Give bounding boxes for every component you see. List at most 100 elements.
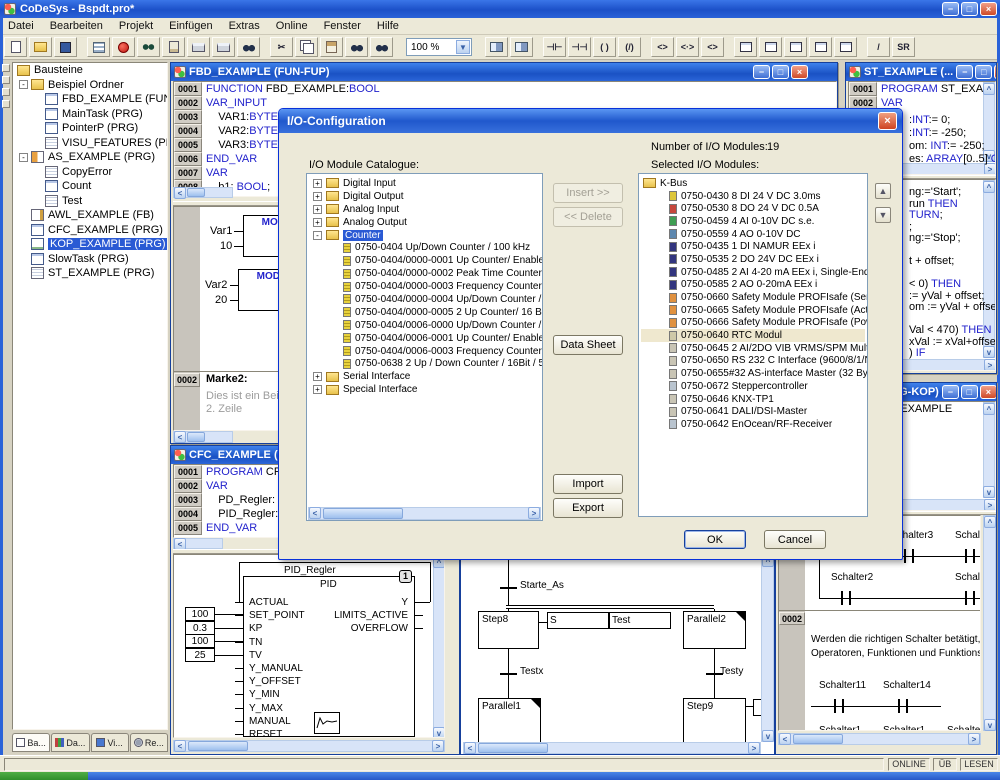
scrollbar-thumb[interactable] xyxy=(323,508,403,519)
pid-input-pin[interactable]: RESET xyxy=(249,729,282,738)
selected-module-item[interactable]: 0750-0655#32 AS-interface Master (32 Byt… xyxy=(641,367,865,380)
menu-projekt[interactable]: Projekt xyxy=(111,19,161,33)
declaration-button[interactable] xyxy=(162,37,185,57)
selected-module-item[interactable]: 0750-0646 KNX-TP1 xyxy=(641,393,865,406)
catalogue-item[interactable]: 0750-0404/0006-0001 Up Counter/ Enable I… xyxy=(309,332,540,345)
dialog-titlebar[interactable]: I/O-Configuration xyxy=(279,109,902,133)
sfc-transition-label[interactable]: Testy xyxy=(720,666,743,677)
tree-expander-icon[interactable]: - xyxy=(19,153,28,162)
sfc-step[interactable]: Step8 xyxy=(478,611,539,649)
sidebar-tab-re[interactable]: Re... xyxy=(130,733,168,752)
scroll-up-icon[interactable]: ^ xyxy=(983,83,995,95)
export-button[interactable]: Export xyxy=(553,498,623,518)
selected-module-item[interactable]: 0750-0672 Steppercontroller xyxy=(641,380,865,393)
selected-module-item[interactable]: 0750-0435 1 DI NAMUR EEx i xyxy=(641,240,865,253)
side-mini-button[interactable] xyxy=(2,88,10,96)
sfc-step[interactable]: Step9 xyxy=(683,698,746,744)
print-preview-button[interactable] xyxy=(212,37,235,57)
line-button[interactable]: / xyxy=(867,37,890,57)
app-maximize-button[interactable]: □ xyxy=(961,2,978,16)
catalogue-item[interactable]: 0750-0404/0000-0002 Peak Time Counter xyxy=(309,267,540,280)
catalogue-item[interactable]: +Analog Input xyxy=(309,203,540,216)
selected-modules-listbox[interactable]: K-Bus0750-0430 8 DI 24 V DC 3.0ms0750-05… xyxy=(638,173,868,517)
delete-button[interactable]: << Delete xyxy=(553,207,623,227)
sidebar-item-as_example[interactable]: -AS_EXAMPLE (PRG) xyxy=(13,150,167,165)
dialog-close-icon[interactable]: × xyxy=(878,112,897,130)
coil-button[interactable]: ( ) xyxy=(593,37,616,57)
contact-icon[interactable] xyxy=(965,591,975,605)
cfc-decl-hscrollbar[interactable]: < xyxy=(173,538,223,549)
sfc-hscrollbar[interactable]: < > xyxy=(463,742,761,754)
new-file-button[interactable] xyxy=(4,37,27,57)
st-window-titlebar[interactable]: ST_EXAMPLE (... − □ × xyxy=(846,63,996,81)
contact-label[interactable]: Schalter1 xyxy=(819,725,861,731)
menu-fenster[interactable]: Fenster xyxy=(316,19,369,33)
open-file-button[interactable] xyxy=(29,37,52,57)
scroll-down-icon[interactable]: v xyxy=(984,719,996,731)
contact-icon[interactable] xyxy=(965,549,975,563)
sidebar-tab-vi[interactable]: Vi... xyxy=(91,733,129,752)
contact-label[interactable]: Schalter11 xyxy=(819,680,866,691)
contact-icon[interactable] xyxy=(834,699,844,713)
scroll-left-icon[interactable]: < xyxy=(464,742,476,754)
scrollbar-thumb[interactable] xyxy=(188,741,248,751)
st-decl-vscrollbar[interactable]: ^ v xyxy=(983,82,995,162)
catalogue-item[interactable]: 0750-0638 2 Up / Down Counter / 16Bit / … xyxy=(309,357,540,370)
fbd-input-label[interactable]: Var1 xyxy=(210,225,232,237)
box-button[interactable] xyxy=(734,37,757,57)
selected-module-item[interactable]: 0750-0535 2 DO 24V DC EEx i xyxy=(641,253,865,266)
sidebar-item-bausteine[interactable]: Bausteine xyxy=(13,63,167,78)
contact-button[interactable]: ⊣⊢ xyxy=(543,37,566,57)
sidebar-item-st_example[interactable]: ST_EXAMPLE (PRG) xyxy=(13,266,167,281)
sidebar-item-test[interactable]: Test xyxy=(13,194,167,209)
branch-parallel-button[interactable]: <·> xyxy=(676,37,699,57)
insert-button[interactable]: Insert >> xyxy=(553,183,623,203)
box-en-button[interactable] xyxy=(759,37,782,57)
st-maximize-button[interactable]: □ xyxy=(975,65,992,79)
selected-module-item[interactable]: 0750-0640 RTC Modul xyxy=(641,329,865,342)
operator-button[interactable] xyxy=(834,37,857,57)
sidebar-item-awl_example[interactable]: AWL_EXAMPLE (FB) xyxy=(13,208,167,223)
sidebar-item-maintask[interactable]: MainTask (PRG) xyxy=(13,107,167,122)
tree-expander-icon[interactable]: - xyxy=(313,231,322,240)
sfc-window[interactable]: Starte_As Step8 S Test Parallel2 Testx T… xyxy=(460,545,775,755)
catalogue-hscrollbar[interactable]: < > xyxy=(308,507,541,520)
move-down-icon[interactable]: ▼ xyxy=(875,207,891,223)
selected-module-item[interactable]: 0750-0645 2 AI/2DO VIB VRMS/SPM Multi xyxy=(641,342,865,355)
scroll-right-icon[interactable]: > xyxy=(984,359,996,371)
scroll-right-icon[interactable]: > xyxy=(984,499,996,511)
menu-online[interactable]: Online xyxy=(268,19,316,33)
contact-parallel-button[interactable]: ⊣⊣ xyxy=(568,37,591,57)
chevron-down-icon[interactable]: ▼ xyxy=(456,40,470,54)
paste-button[interactable] xyxy=(320,37,343,57)
scroll-up-icon[interactable]: ^ xyxy=(984,516,996,528)
scroll-down-icon[interactable]: v xyxy=(433,727,445,738)
selected-module-item[interactable]: 0750-0459 4 AI 0-10V DC s.e. xyxy=(641,215,865,228)
scroll-left-icon[interactable]: < xyxy=(174,187,186,199)
kop-minimize-button[interactable]: − xyxy=(942,385,959,399)
catalogue-item[interactable]: +Digital Input xyxy=(309,177,540,190)
scroll-down-icon[interactable]: v xyxy=(762,730,774,742)
pid-input-pin[interactable]: Y_MAX xyxy=(249,703,283,714)
contact-icon[interactable] xyxy=(898,699,908,713)
stop-button[interactable] xyxy=(112,37,135,57)
scroll-left-icon[interactable]: < xyxy=(309,507,321,519)
catalogue-item[interactable]: +Serial Interface xyxy=(309,370,540,383)
selected-module-item[interactable]: 0750-0641 DALI/DSI-Master xyxy=(641,405,865,418)
kop-vscrollbar[interactable]: ^ v xyxy=(983,515,996,731)
scroll-right-icon[interactable]: > xyxy=(748,742,760,754)
catalogue-item[interactable]: -Counter xyxy=(309,229,540,242)
branch-close-button[interactable]: <> xyxy=(701,37,724,57)
tree-expander-icon[interactable]: - xyxy=(19,80,28,89)
catalogue-item[interactable]: 0750-0404/0006-0000 Up/Down Counter / 10… xyxy=(309,319,540,332)
pid-input-pin[interactable]: Y_MIN xyxy=(249,689,280,700)
data-sheet-button[interactable]: Data Sheet xyxy=(553,335,623,355)
pid-input-value[interactable]: 25 xyxy=(185,648,215,662)
sidebar-item-visu_features[interactable]: VISU_FEATURES (PRG) xyxy=(13,136,167,151)
sidebar-tab-ba[interactable]: Ba... xyxy=(12,733,50,752)
selected-module-item[interactable]: 0750-0559 4 AO 0-10V DC xyxy=(641,228,865,241)
side-mini-button[interactable] xyxy=(2,76,10,84)
sfc-transition-label[interactable]: Starte_As xyxy=(520,580,564,591)
sfc-step[interactable]: Parallel1 xyxy=(478,698,541,744)
cancel-button[interactable]: Cancel xyxy=(764,530,826,549)
